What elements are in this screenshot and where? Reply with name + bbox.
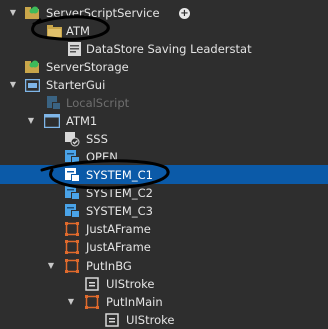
uistroke-icon [84, 276, 100, 292]
tree-item-sss[interactable]: SSS [0, 130, 328, 148]
tree-item-label: UIStroke [106, 277, 155, 291]
script-icon [66, 41, 82, 57]
tree-item-putinbg[interactable]: ▼ PutInBG [0, 257, 328, 275]
tree-item-label: DataStore Saving Leaderstat [86, 42, 252, 56]
tree-item-label: ServerScriptService [46, 6, 160, 20]
folder-icon [46, 23, 62, 39]
tree-item-atm1[interactable]: ▼ ATM1 [0, 112, 328, 130]
localscript-icon [64, 167, 80, 183]
tree-item-label: SSS [86, 132, 108, 146]
tree-item-label: ATM [66, 24, 90, 38]
tree-item-serverstorage[interactable]: ServerStorage [0, 58, 328, 76]
tree-item-label: LocalScript [66, 96, 130, 110]
add-child-button[interactable]: + [179, 7, 190, 19]
cloud-folder-icon [24, 5, 40, 21]
chevron-down-icon[interactable]: ▼ [46, 261, 56, 271]
localscript-icon [46, 95, 62, 111]
tree-item-system-c1[interactable]: SYSTEM_C1 [0, 165, 328, 184]
tree-item-label: ServerStorage [46, 60, 129, 74]
tree-item-label: SYSTEM_C2 [86, 186, 153, 200]
module-check-icon [64, 131, 80, 147]
frame-icon [64, 221, 80, 237]
tree-item-label: JustAFrame [86, 240, 151, 254]
chevron-down-icon[interactable]: ▼ [8, 8, 18, 18]
tree-item-label: PutInBG [86, 259, 132, 273]
tree-item-putinmain[interactable]: ▼ PutInMain [0, 293, 328, 311]
tree-item-uistroke[interactable]: UIStroke [0, 275, 328, 293]
tree-item-localscript[interactable]: LocalScript [0, 94, 328, 112]
frame-icon [84, 294, 100, 310]
tree-item-justaframe[interactable]: JustAFrame [0, 220, 328, 238]
tree-item-system-c3[interactable]: SYSTEM_C3 [0, 202, 328, 220]
chevron-down-icon[interactable]: ▼ [66, 297, 76, 307]
tree-item-label: UIStroke [126, 313, 175, 327]
tree-item-label: SYSTEM_C3 [86, 204, 153, 218]
tree-item-open[interactable]: OPEN [0, 148, 328, 166]
cloud-folder-icon [24, 59, 40, 75]
tree-item-uistroke[interactable]: UIStroke [0, 311, 328, 329]
tree-item-atm[interactable]: ATM [0, 22, 328, 40]
tree-item-system-c2[interactable]: SYSTEM_C2 [0, 184, 328, 202]
explorer-tree: ▼ ServerScriptService + ATM DataStore Sa… [0, 0, 328, 329]
chevron-down-icon[interactable]: ▼ [26, 116, 36, 126]
frame-icon [64, 258, 80, 274]
tree-item-label: ATM1 [66, 114, 98, 128]
localscript-icon [64, 185, 80, 201]
frame-icon [64, 239, 80, 255]
tree-item-startergui[interactable]: ▼ StarterGui [0, 76, 328, 94]
tree-item-datastore-saving-leaderstat[interactable]: DataStore Saving Leaderstat [0, 40, 328, 58]
tree-item-label: JustAFrame [86, 222, 151, 236]
startergui-icon [24, 77, 40, 93]
localscript-icon [64, 149, 80, 165]
screengui-icon [44, 113, 60, 129]
tree-item-label: OPEN [86, 150, 118, 164]
tree-item-serverscriptservice[interactable]: ▼ ServerScriptService + [0, 4, 328, 22]
tree-item-label: PutInMain [106, 295, 163, 309]
chevron-down-icon[interactable]: ▼ [8, 80, 18, 90]
tree-item-justaframe[interactable]: JustAFrame [0, 238, 328, 256]
tree-item-label: SYSTEM_C1 [86, 167, 153, 182]
localscript-icon [64, 203, 80, 219]
tree-item-label: StarterGui [46, 78, 106, 92]
